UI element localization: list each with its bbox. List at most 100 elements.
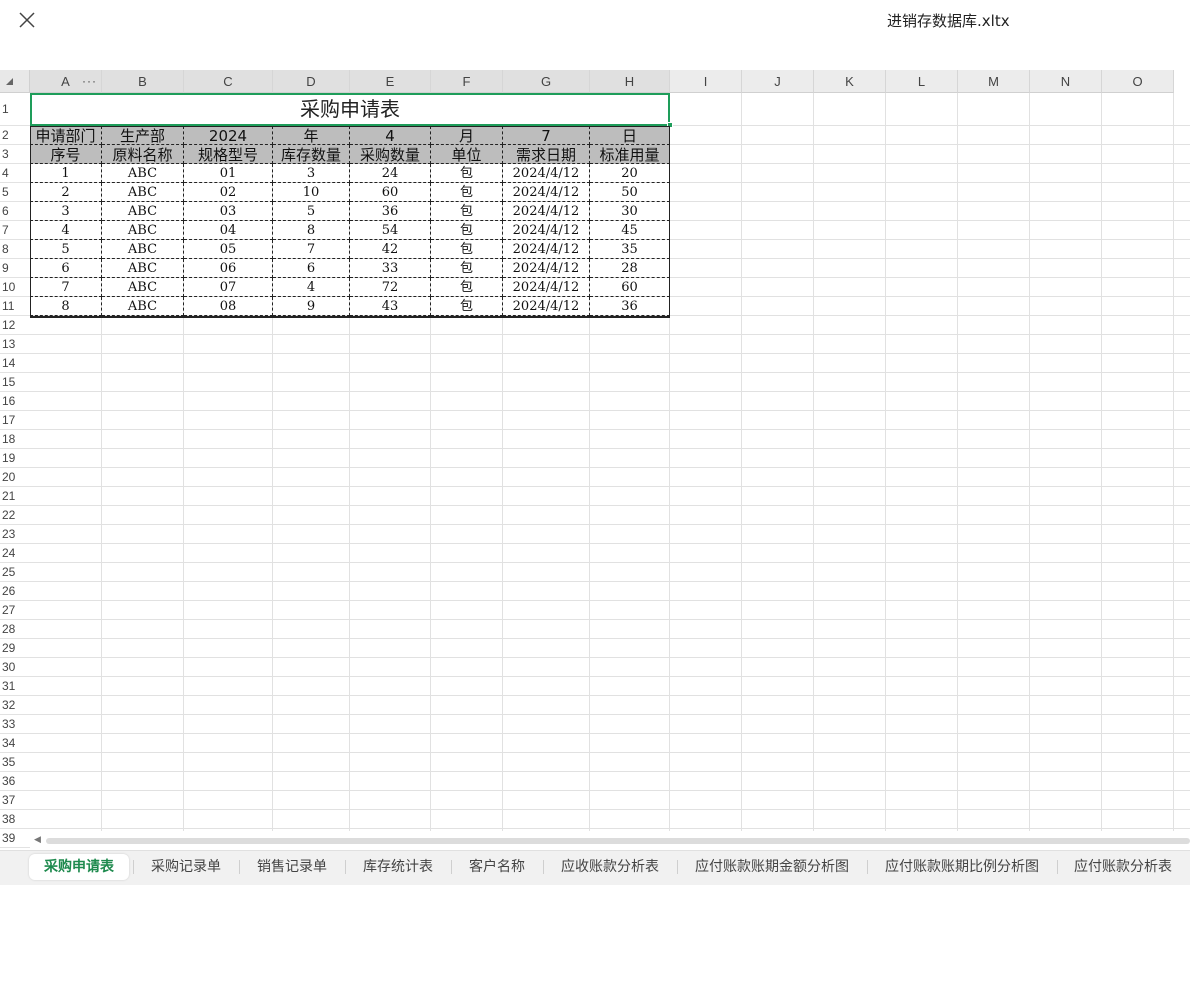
table-cell[interactable]: 05 (184, 240, 273, 259)
column-header-h[interactable]: H (590, 70, 670, 93)
row-header-4[interactable]: 4 (0, 164, 30, 183)
row-header-35[interactable]: 35 (0, 753, 30, 772)
table-cell[interactable]: 72 (350, 278, 431, 297)
table-cell[interactable]: 包 (431, 164, 503, 183)
table-cell[interactable]: 60 (350, 183, 431, 202)
row-header-39[interactable]: 39 (0, 829, 30, 848)
table-cell[interactable]: 2024/4/12 (503, 164, 590, 183)
table-cell[interactable]: 包 (431, 202, 503, 221)
row-header-25[interactable]: 25 (0, 563, 30, 582)
table-cell[interactable]: 4 (273, 278, 350, 297)
table-cell[interactable]: 2024/4/12 (503, 240, 590, 259)
table-cell[interactable]: ABC (102, 278, 184, 297)
column-header-o[interactable]: O (1102, 70, 1174, 93)
column-header-n[interactable]: N (1030, 70, 1102, 93)
table-cell[interactable]: ABC (102, 202, 184, 221)
row-header-30[interactable]: 30 (0, 658, 30, 677)
table-cell[interactable]: ABC (102, 297, 184, 316)
row-header-18[interactable]: 18 (0, 430, 30, 449)
table-cell[interactable]: 6 (30, 259, 102, 278)
row-header-28[interactable]: 28 (0, 620, 30, 639)
table-cell[interactable]: 8 (273, 221, 350, 240)
column-header-a[interactable]: A ··· (30, 70, 102, 93)
select-all-corner[interactable] (0, 70, 30, 93)
table-cell[interactable]: 5 (30, 240, 102, 259)
table-cell[interactable]: 60 (590, 278, 670, 297)
column-header-e[interactable]: E (350, 70, 431, 93)
sheet-tab-5[interactable]: 客户名称 (452, 854, 542, 880)
spreadsheet-grid[interactable]: A ··· B C D E F G H I J K L M N O 1 2 3 4 5 6 7 8 9 10 11 12 13 14 15 1… (0, 70, 1190, 850)
column-header-f[interactable]: F (431, 70, 503, 93)
table-cell[interactable]: 单位 (431, 145, 503, 164)
table-cell[interactable]: 1 (30, 164, 102, 183)
row-header-31[interactable]: 31 (0, 677, 30, 696)
table-cell[interactable]: 9 (273, 297, 350, 316)
row-header-7[interactable]: 7 (0, 221, 30, 240)
row-header-3[interactable]: 3 (0, 145, 30, 164)
table-cell[interactable]: ABC (102, 183, 184, 202)
horizontal-scrollbar[interactable]: ◀ (30, 834, 1190, 848)
row-header-17[interactable]: 17 (0, 411, 30, 430)
row-header-12[interactable]: 12 (0, 316, 30, 335)
table-cell[interactable]: 01 (184, 164, 273, 183)
column-header-i[interactable]: I (670, 70, 742, 93)
table-cell[interactable]: 包 (431, 240, 503, 259)
row-header-36[interactable]: 36 (0, 772, 30, 791)
table-cell[interactable]: 包 (431, 259, 503, 278)
row-header-26[interactable]: 26 (0, 582, 30, 601)
table-cell[interactable]: 3 (273, 164, 350, 183)
row-header-24[interactable]: 24 (0, 544, 30, 563)
column-header-g[interactable]: G (503, 70, 590, 93)
table-cell[interactable]: 24 (350, 164, 431, 183)
table-cell[interactable]: 3 (30, 202, 102, 221)
sheet-tab-1[interactable]: 采购申请表 (29, 854, 129, 880)
column-header-c[interactable]: C (184, 70, 273, 93)
column-header-l[interactable]: L (886, 70, 958, 93)
row-header-34[interactable]: 34 (0, 734, 30, 753)
table-cell[interactable]: 2024 (184, 126, 273, 145)
table-cell[interactable]: 包 (431, 297, 503, 316)
table-cell[interactable]: 包 (431, 221, 503, 240)
row-header-9[interactable]: 9 (0, 259, 30, 278)
table-cell[interactable]: 生产部 (102, 126, 184, 145)
table-cell[interactable]: 2 (30, 183, 102, 202)
table-cell[interactable]: 2024/4/12 (503, 202, 590, 221)
table-cell[interactable]: 4 (350, 126, 431, 145)
table-cell[interactable]: 月 (431, 126, 503, 145)
row-header-2[interactable]: 2 (0, 126, 30, 145)
row-header-29[interactable]: 29 (0, 639, 30, 658)
row-header-27[interactable]: 27 (0, 601, 30, 620)
table-cell[interactable]: 7 (503, 126, 590, 145)
table-cell[interactable]: 28 (590, 259, 670, 278)
table-cell[interactable]: 08 (184, 297, 273, 316)
table-cell[interactable]: 库存数量 (273, 145, 350, 164)
table-cell[interactable]: ABC (102, 259, 184, 278)
table-cell[interactable]: ABC (102, 240, 184, 259)
table-cell[interactable]: 序号 (30, 145, 102, 164)
table-cell[interactable]: 申请部门 (30, 126, 102, 145)
column-header-m[interactable]: M (958, 70, 1030, 93)
table-cell[interactable]: 规格型号 (184, 145, 273, 164)
sheet-tab-3[interactable]: 销售记录单 (240, 854, 344, 880)
table-cell[interactable]: 35 (590, 240, 670, 259)
row-header-21[interactable]: 21 (0, 487, 30, 506)
table-cell[interactable]: 33 (350, 259, 431, 278)
table-cell[interactable]: 36 (350, 202, 431, 221)
sheet-tab-4[interactable]: 库存统计表 (346, 854, 450, 880)
table-cell[interactable]: 日 (590, 126, 670, 145)
table-cell[interactable]: 包 (431, 278, 503, 297)
row-header-5[interactable]: 5 (0, 183, 30, 202)
row-header-23[interactable]: 23 (0, 525, 30, 544)
table-cell[interactable]: 36 (590, 297, 670, 316)
table-cell[interactable]: 20 (590, 164, 670, 183)
row-header-14[interactable]: 14 (0, 354, 30, 373)
row-header-33[interactable]: 33 (0, 715, 30, 734)
row-header-6[interactable]: 6 (0, 202, 30, 221)
table-cell[interactable]: 5 (273, 202, 350, 221)
table-cell[interactable]: 54 (350, 221, 431, 240)
row-header-10[interactable]: 10 (0, 278, 30, 297)
table-cell[interactable]: 06 (184, 259, 273, 278)
table-cell[interactable]: 7 (30, 278, 102, 297)
table-cell[interactable]: 2024/4/12 (503, 183, 590, 202)
row-header-8[interactable]: 8 (0, 240, 30, 259)
